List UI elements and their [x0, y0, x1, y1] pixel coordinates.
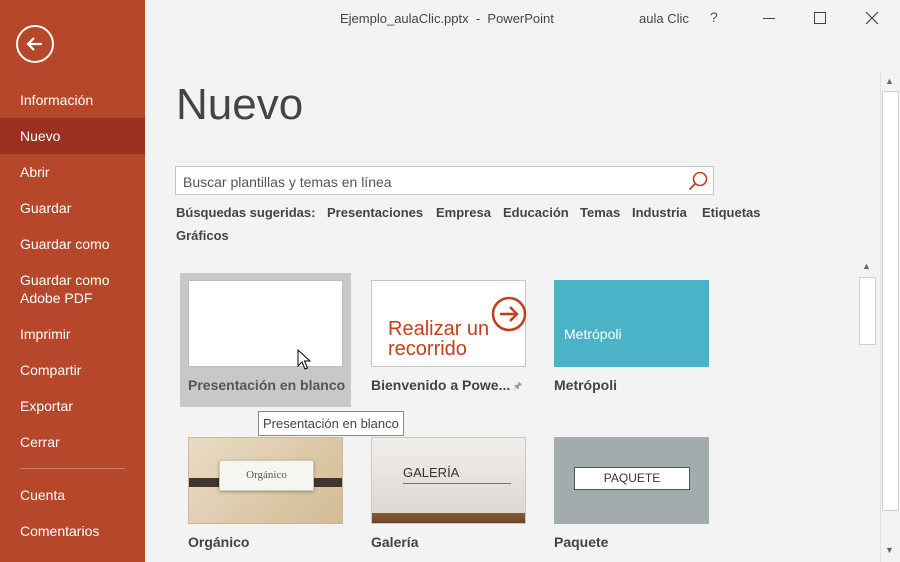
scroll-up-icon[interactable]: ▲ [885, 76, 894, 86]
template-label: Orgánico [188, 534, 250, 550]
nav-abrir[interactable]: Abrir [0, 154, 145, 190]
title-bar: Ejemplo_aulaClic.pptx - PowerPoint aula … [145, 0, 900, 38]
tooltip: Presentación en blanco [258, 411, 404, 436]
arrow-right-circle-icon [491, 296, 527, 332]
scroll-down-icon[interactable]: ▼ [885, 545, 894, 555]
maximize-icon [814, 12, 826, 24]
template-label: Paquete [554, 534, 609, 550]
nav-cerrar[interactable]: Cerrar [0, 424, 145, 460]
nav-cuenta[interactable]: Cuenta [0, 477, 145, 513]
scroll-up-icon[interactable]: ▲ [862, 261, 871, 271]
back-button[interactable] [16, 25, 54, 63]
template-label: Bienvenido a Powe... [371, 377, 511, 393]
nav-guardar-como[interactable]: Guardar como [0, 226, 145, 262]
scrollbar-thumb[interactable] [859, 277, 876, 345]
search-input[interactable] [181, 171, 680, 193]
paquete-box: PAQUETE [574, 467, 690, 490]
organico-thumb-text: Orgánico [246, 469, 287, 481]
search-icon[interactable] [687, 170, 709, 197]
suggested-link[interactable]: Industria [632, 205, 687, 220]
templates-scrollbar[interactable]: ▲ [858, 259, 876, 347]
nav-guardar-como-pdf[interactable]: Guardar como Adobe PDF [0, 271, 130, 311]
template-thumb-tour[interactable]: Realizar un recorrido [371, 280, 527, 367]
suggested-link[interactable]: Empresa [436, 205, 491, 220]
nav-nuevo[interactable]: Nuevo [0, 118, 145, 154]
nav-compartir[interactable]: Compartir [0, 352, 145, 388]
back-arrow-icon [26, 37, 42, 51]
template-label: Galería [371, 534, 419, 550]
metropoli-thumb-text: Metrópoli [564, 326, 622, 342]
nav-imprimir[interactable]: Imprimir [0, 316, 145, 352]
template-label: Presentación en blanco [188, 377, 346, 393]
nav-exportar[interactable]: Exportar [0, 388, 145, 424]
suggested-link[interactable]: Etiquetas [702, 205, 761, 220]
tour-text-line2: recorrido [388, 338, 467, 360]
maximize-button[interactable] [810, 8, 830, 28]
galeria-underline [403, 483, 511, 484]
suggested-link[interactable]: Temas [580, 205, 620, 220]
page-title: Nuevo [176, 80, 304, 129]
backstage-sidebar: Información Nuevo Abrir Guardar Guardar … [0, 0, 145, 562]
template-thumb-paquete[interactable]: PAQUETE [554, 437, 709, 524]
nav-comentarios[interactable]: Comentarios [0, 513, 145, 549]
galeria-thumb-text: GALERÍA [403, 465, 460, 480]
suggested-searches-label: Búsquedas sugeridas: [176, 205, 316, 220]
user-name[interactable]: aula Clic [639, 11, 689, 26]
minimize-button[interactable] [759, 8, 779, 28]
close-icon [865, 11, 879, 25]
suggested-link[interactable]: Presentaciones [327, 205, 423, 220]
page-scrollbar[interactable]: ▲ ▼ [880, 73, 899, 562]
nav-informacion[interactable]: Información [0, 82, 145, 118]
suggested-link[interactable]: Gráficos [176, 228, 229, 243]
sidebar-divider [20, 468, 125, 469]
mouse-cursor-icon [297, 349, 312, 370]
template-search-box [175, 166, 714, 195]
pin-icon[interactable]: 🖈 [513, 379, 522, 396]
template-thumb-galeria[interactable]: GALERÍA [371, 437, 526, 524]
minimize-icon [763, 18, 775, 19]
scrollbar-thumb[interactable] [882, 91, 899, 511]
window-title: Ejemplo_aulaClic.pptx - PowerPoint [340, 11, 554, 26]
help-button[interactable]: ? [710, 9, 718, 25]
template-thumb-metropoli[interactable]: Metrópoli [554, 280, 709, 367]
paquete-thumb-text: PAQUETE [603, 471, 661, 485]
close-button[interactable] [862, 8, 882, 28]
template-thumb-organico[interactable]: Orgánico [188, 437, 343, 524]
organico-card: Orgánico [219, 460, 314, 491]
tour-text-line1: Realizar un [388, 318, 490, 340]
template-label: Metrópoli [554, 377, 617, 393]
template-thumb-blank[interactable] [188, 280, 343, 367]
nav-guardar[interactable]: Guardar [0, 190, 145, 226]
suggested-link[interactable]: Educación [503, 205, 569, 220]
